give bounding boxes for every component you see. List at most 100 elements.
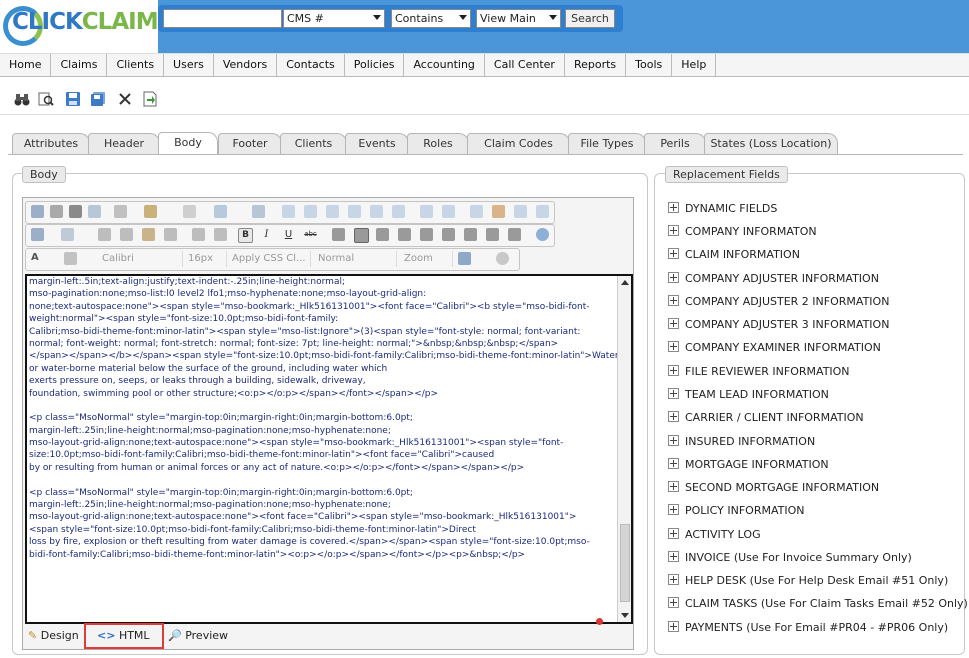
tab-perils[interactable]: Perils: [644, 133, 706, 154]
replacement-field-company-adjuster-information[interactable]: COMPANY ADJUSTER INFORMATION: [668, 271, 879, 287]
redo-icon[interactable]: [61, 228, 74, 241]
replacement-field-activity-log[interactable]: ACTIVITY LOG: [668, 527, 761, 543]
replacement-field-dynamic-fields[interactable]: DYNAMIC FIELDS: [668, 201, 777, 217]
match-type-select[interactable]: Contains: [391, 9, 471, 28]
font-name-dropdown[interactable]: Calibri: [98, 251, 183, 267]
expand-plus-icon[interactable]: [668, 248, 679, 259]
delete-row-icon[interactable]: [326, 205, 339, 218]
italic-icon[interactable]: I: [260, 228, 273, 241]
insert-form-icon[interactable]: [183, 205, 196, 218]
expand-plus-icon[interactable]: [668, 504, 679, 515]
expand-plus-icon[interactable]: [668, 318, 679, 329]
search-button[interactable]: Search: [565, 9, 615, 28]
undo-icon[interactable]: [31, 228, 44, 241]
replacement-field-help-desk[interactable]: HELP DESK (Use For Help Desk Email #51 O…: [668, 573, 948, 589]
page-properties-icon[interactable]: [214, 228, 227, 241]
bold-icon[interactable]: B: [238, 228, 253, 243]
insert-column-left-icon[interactable]: [348, 205, 361, 218]
close-icon[interactable]: [117, 91, 133, 107]
expand-plus-icon[interactable]: [668, 295, 679, 306]
replacement-field-invoice[interactable]: INVOICE (Use For Invoice Summary Only): [668, 550, 912, 566]
strikethrough-icon[interactable]: abc: [304, 228, 317, 241]
paragraph-icon[interactable]: [192, 228, 205, 241]
menu-item-help[interactable]: Help: [672, 54, 717, 76]
menu-item-claims[interactable]: Claims: [51, 54, 108, 76]
menu-item-clients[interactable]: Clients: [107, 54, 165, 76]
delete-column-icon[interactable]: [392, 205, 405, 218]
design-mode-button[interactable]: ✎ Design: [28, 627, 79, 645]
paste-icon[interactable]: [142, 228, 155, 241]
numbered-list-icon[interactable]: [486, 228, 499, 241]
cell-properties-icon[interactable]: [492, 205, 505, 218]
expand-plus-icon[interactable]: [668, 528, 679, 539]
css-class-dropdown[interactable]: Apply CSS Cl...: [228, 251, 311, 267]
align-center-icon[interactable]: [354, 228, 369, 243]
menu-item-call-center[interactable]: Call Center: [485, 54, 565, 76]
expand-plus-icon[interactable]: [668, 411, 679, 422]
font-size-dropdown[interactable]: 16px: [184, 251, 227, 267]
zoom-dropdown[interactable]: Zoom: [400, 251, 453, 267]
paste-options-icon[interactable]: [164, 228, 177, 241]
tab-file-types[interactable]: File Types: [568, 133, 646, 154]
tab-body[interactable]: Body: [158, 132, 218, 155]
module-manager-icon[interactable]: [458, 252, 471, 265]
replacement-field-company-adjuster-2-information[interactable]: COMPANY ADJUSTER 2 INFORMATION: [668, 294, 889, 310]
replacement-field-company-examiner-information[interactable]: COMPANY EXAMINER INFORMATION: [668, 340, 881, 356]
replacement-field-policy-information[interactable]: POLICY INFORMATION: [668, 503, 804, 519]
help-icon[interactable]: [536, 228, 549, 241]
image-manager-icon[interactable]: [31, 205, 44, 218]
print-icon[interactable]: [50, 205, 63, 218]
save-all-icon[interactable]: [90, 91, 106, 107]
menu-item-vendors[interactable]: Vendors: [214, 54, 278, 76]
menu-item-tools[interactable]: Tools: [626, 54, 673, 76]
replacement-field-file-reviewer-information[interactable]: FILE REVIEWER INFORMATION: [668, 364, 850, 380]
menu-item-users[interactable]: Users: [164, 54, 214, 76]
tab-clients[interactable]: Clients: [280, 133, 347, 154]
expand-plus-icon[interactable]: [668, 597, 679, 608]
replacement-field-mortgage-information[interactable]: MORTGAGE INFORMATION: [668, 457, 829, 473]
expand-plus-icon[interactable]: [668, 481, 679, 492]
table-icon[interactable]: [252, 205, 265, 218]
spellcheck-icon[interactable]: [88, 205, 101, 218]
tab-events[interactable]: Events: [345, 133, 409, 154]
split-cell-icon[interactable]: [442, 205, 455, 218]
replacement-field-company-informaton[interactable]: COMPANY INFORMATON: [668, 224, 817, 240]
format-stripper-icon[interactable]: [144, 205, 157, 218]
scroll-thumb[interactable]: [620, 524, 630, 602]
align-right-icon[interactable]: [376, 228, 389, 241]
copy-icon[interactable]: [120, 228, 133, 241]
edit-table-icon[interactable]: [536, 205, 549, 218]
indent-icon[interactable]: [442, 228, 455, 241]
menu-item-accounting[interactable]: Accounting: [404, 54, 485, 76]
replacement-field-company-adjuster-3-information[interactable]: COMPANY ADJUSTER 3 INFORMATION: [668, 317, 889, 333]
tab-claim-codes[interactable]: Claim Codes: [467, 133, 570, 154]
scroll-down-icon[interactable]: [621, 613, 629, 618]
highlight-color-icon[interactable]: [64, 252, 77, 265]
insert-row-below-icon[interactable]: [304, 205, 317, 218]
expand-plus-icon[interactable]: [668, 388, 679, 399]
tab-footer[interactable]: Footer: [218, 133, 282, 154]
font-color-icon[interactable]: A: [31, 252, 44, 265]
replacement-field-claim-tasks[interactable]: CLAIM TASKS (Use For Claim Tasks Email #…: [668, 596, 968, 612]
expand-plus-icon[interactable]: [668, 458, 679, 469]
search-field-select[interactable]: CMS #: [283, 9, 385, 28]
replacement-field-second-mortgage-information[interactable]: SECOND MORTGAGE INFORMATION: [668, 480, 879, 496]
menu-item-reports[interactable]: Reports: [565, 54, 627, 76]
find-icon[interactable]: [38, 91, 54, 107]
insert-column-right-icon[interactable]: [370, 205, 383, 218]
replacement-field-carrier-client-information[interactable]: CARRIER / CLIENT INFORMATION: [668, 410, 864, 426]
underline-icon[interactable]: U: [282, 228, 295, 241]
paragraph-style-dropdown[interactable]: Normal: [314, 251, 397, 267]
insert-row-above-icon[interactable]: [282, 205, 295, 218]
expand-plus-icon[interactable]: [668, 225, 679, 236]
merge-cells-icon[interactable]: [420, 205, 433, 218]
checkbox-icon[interactable]: [214, 205, 227, 218]
view-select[interactable]: View Main: [476, 9, 561, 28]
expand-plus-icon[interactable]: [668, 551, 679, 562]
menu-item-contacts[interactable]: Contacts: [277, 54, 345, 76]
save-icon[interactable]: [65, 91, 81, 107]
expand-plus-icon[interactable]: [668, 202, 679, 213]
expand-plus-icon[interactable]: [668, 574, 679, 585]
tab-attributes[interactable]: Attributes: [12, 133, 90, 154]
remove-alignment-icon[interactable]: [420, 228, 433, 241]
